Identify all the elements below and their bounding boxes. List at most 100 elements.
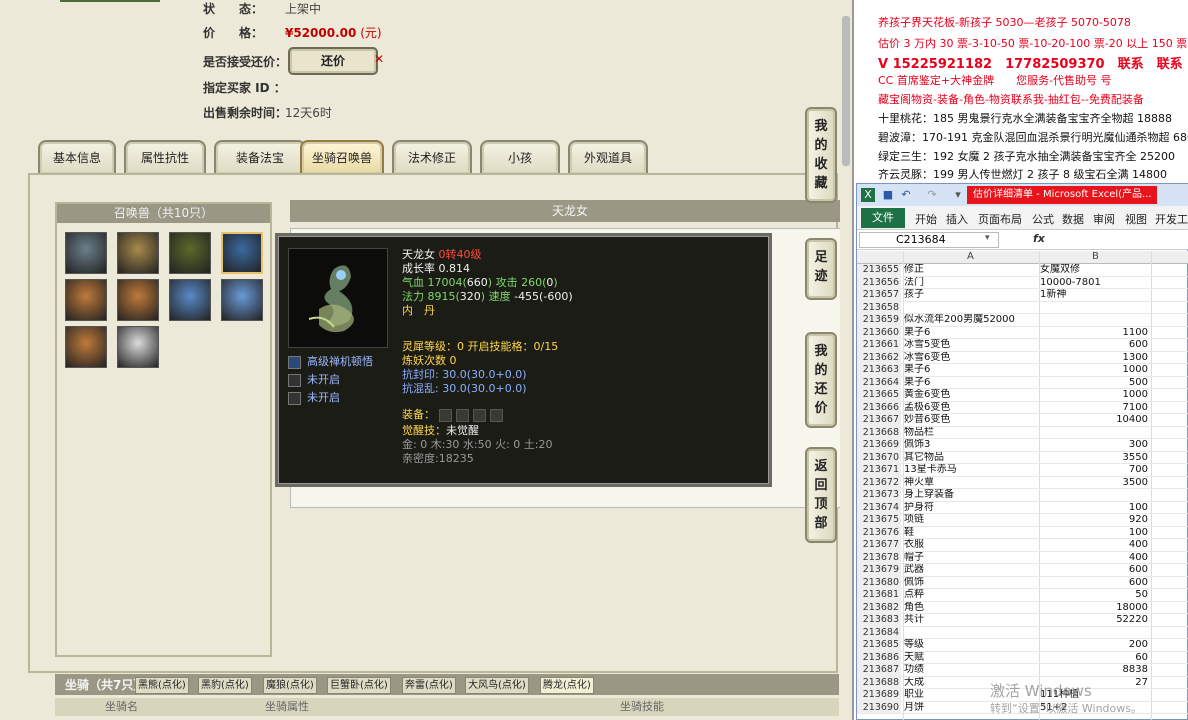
name-box-dropdown-icon[interactable]: ▾: [985, 233, 990, 243]
cell-b[interactable]: 8838: [1040, 664, 1150, 677]
row-number[interactable]: 213684: [857, 626, 901, 639]
cell-a[interactable]: 鞋: [904, 527, 1038, 540]
row-number[interactable]: 213664: [857, 376, 901, 389]
row-number[interactable]: 213690: [857, 701, 901, 714]
row-number[interactable]: 213687: [857, 664, 901, 677]
cell-a[interactable]: 黄金6变色: [904, 389, 1038, 402]
cell-a[interactable]: 衣服: [904, 539, 1038, 552]
cell-a[interactable]: 武器: [904, 564, 1038, 577]
mount-tab-3[interactable]: 魔狼(点化): [263, 677, 317, 694]
my-offers-button[interactable]: 我的还价: [805, 332, 837, 428]
pet-icon[interactable]: [221, 279, 263, 321]
tab-spell-correction[interactable]: 法术修正: [392, 140, 472, 174]
cell-a[interactable]: 项链: [904, 514, 1038, 527]
scrollbar-thumb[interactable]: [842, 16, 850, 166]
cell-b[interactable]: 10000-7801: [1040, 277, 1150, 290]
cell-b[interactable]: 400: [1040, 539, 1150, 552]
ribbon-tab-insert[interactable]: 插入: [946, 211, 968, 227]
row-number[interactable]: 213662: [857, 351, 901, 364]
pet-icon[interactable]: [169, 232, 211, 274]
row-number[interactable]: 213688: [857, 676, 901, 689]
row-number[interactable]: 213657: [857, 289, 901, 302]
ribbon-tab-layout[interactable]: 页面布局: [978, 211, 1022, 227]
ribbon-tab-file[interactable]: 文件: [861, 208, 905, 228]
ribbon-tab-developer[interactable]: 开发工具: [1155, 211, 1188, 227]
row-number[interactable]: 213686: [857, 651, 901, 664]
fx-icon[interactable]: fx: [1033, 232, 1045, 245]
tab-appearance[interactable]: 外观道具: [568, 140, 648, 174]
cell-a[interactable]: 佩饰: [904, 577, 1038, 590]
cell-b[interactable]: 7100: [1040, 402, 1150, 415]
row-number[interactable]: 213660: [857, 326, 901, 339]
cell-a[interactable]: 修正: [904, 264, 1038, 277]
row-number[interactable]: 213674: [857, 501, 901, 514]
ribbon-tab-view[interactable]: 视图: [1125, 211, 1147, 227]
cell-b[interactable]: 600: [1040, 564, 1150, 577]
cell-a[interactable]: 果子6: [904, 364, 1038, 377]
pet-icon[interactable]: [65, 279, 107, 321]
pet-icon[interactable]: [169, 279, 211, 321]
cell-b[interactable]: 600: [1040, 577, 1150, 590]
cell-a[interactable]: 物品栏: [904, 427, 1038, 440]
row-number[interactable]: 213656: [857, 276, 901, 289]
mount-tab-6[interactable]: 大风鸟(点化): [465, 677, 529, 694]
row-number[interactable]: 213666: [857, 401, 901, 414]
cell-b[interactable]: 1000: [1040, 389, 1150, 402]
pet-icon[interactable]: [117, 232, 159, 274]
tab-equipment[interactable]: 装备法宝: [214, 140, 306, 174]
row-number[interactable]: 213675: [857, 514, 901, 527]
cell-a[interactable]: 角色: [904, 602, 1038, 615]
cell-b[interactable]: 3550: [1040, 452, 1150, 465]
row-number[interactable]: 213655: [857, 264, 901, 277]
row-number[interactable]: 213685: [857, 639, 901, 652]
pet-icon[interactable]: [65, 232, 107, 274]
tab-mount-pets[interactable]: 坐骑召唤兽: [300, 140, 384, 174]
mount-tab-7[interactable]: 腾龙(点化): [540, 677, 594, 694]
cell-b[interactable]: 500: [1040, 377, 1150, 390]
row-number[interactable]: 213658: [857, 301, 901, 314]
cell-b[interactable]: 50: [1040, 589, 1150, 602]
mount-tab-1[interactable]: 黑熊(点化): [135, 677, 189, 694]
ribbon-tab-review[interactable]: 审阅: [1093, 211, 1115, 227]
cell-a[interactable]: 身上穿装备: [904, 489, 1038, 502]
column-a-header[interactable]: A: [967, 251, 974, 262]
row-number[interactable]: 213683: [857, 614, 901, 627]
row-number[interactable]: 213681: [857, 589, 901, 602]
cell-b[interactable]: 1100: [1040, 327, 1150, 340]
mount-tab-2[interactable]: 黑豹(点化): [198, 677, 252, 694]
ribbon-tab-home[interactable]: 开始: [915, 211, 937, 227]
cell-a[interactable]: 法门: [904, 277, 1038, 290]
pet-icon[interactable]: [117, 326, 159, 368]
redo-icon[interactable]: ↷: [925, 188, 939, 202]
pet-icon[interactable]: [117, 279, 159, 321]
cell-a[interactable]: 孩子: [904, 289, 1038, 302]
back-to-top-button[interactable]: 返回顶部: [805, 447, 837, 543]
cell-b[interactable]: 700: [1040, 464, 1150, 477]
cell-b[interactable]: 100: [1040, 502, 1150, 515]
row-number[interactable]: 213677: [857, 539, 901, 552]
tab-basic-info[interactable]: 基本信息: [38, 140, 116, 174]
cell-b[interactable]: 200: [1040, 639, 1150, 652]
row-number[interactable]: 213678: [857, 551, 901, 564]
cell-a[interactable]: 妙音6变色: [904, 414, 1038, 427]
cell-b[interactable]: 300: [1040, 439, 1150, 452]
row-number[interactable]: 213670: [857, 451, 901, 464]
cell-b[interactable]: 10400: [1040, 414, 1150, 427]
cell-b[interactable]: 600: [1040, 339, 1150, 352]
footprint-button[interactable]: 足迹: [805, 238, 837, 300]
name-box[interactable]: C213684: [859, 232, 999, 248]
cell-a[interactable]: 护身符: [904, 502, 1038, 515]
cell-b[interactable]: 18000: [1040, 602, 1150, 615]
row-number[interactable]: 213663: [857, 364, 901, 377]
cell-b[interactable]: 女魔双修: [1040, 264, 1150, 277]
tab-child[interactable]: 小孩: [480, 140, 560, 174]
cell-a[interactable]: 果子6: [904, 327, 1038, 340]
row-number[interactable]: 213689: [857, 689, 901, 702]
cell-b[interactable]: 3500: [1040, 477, 1150, 490]
cell-a[interactable]: 等级: [904, 639, 1038, 652]
mount-tab-5[interactable]: 奔雷(点化): [402, 677, 456, 694]
cell-b[interactable]: 52220: [1040, 614, 1150, 627]
page-scrollbar[interactable]: [840, 0, 852, 720]
cell-a[interactable]: 佩饰3: [904, 439, 1038, 452]
cell-a[interactable]: 天赋: [904, 652, 1038, 665]
